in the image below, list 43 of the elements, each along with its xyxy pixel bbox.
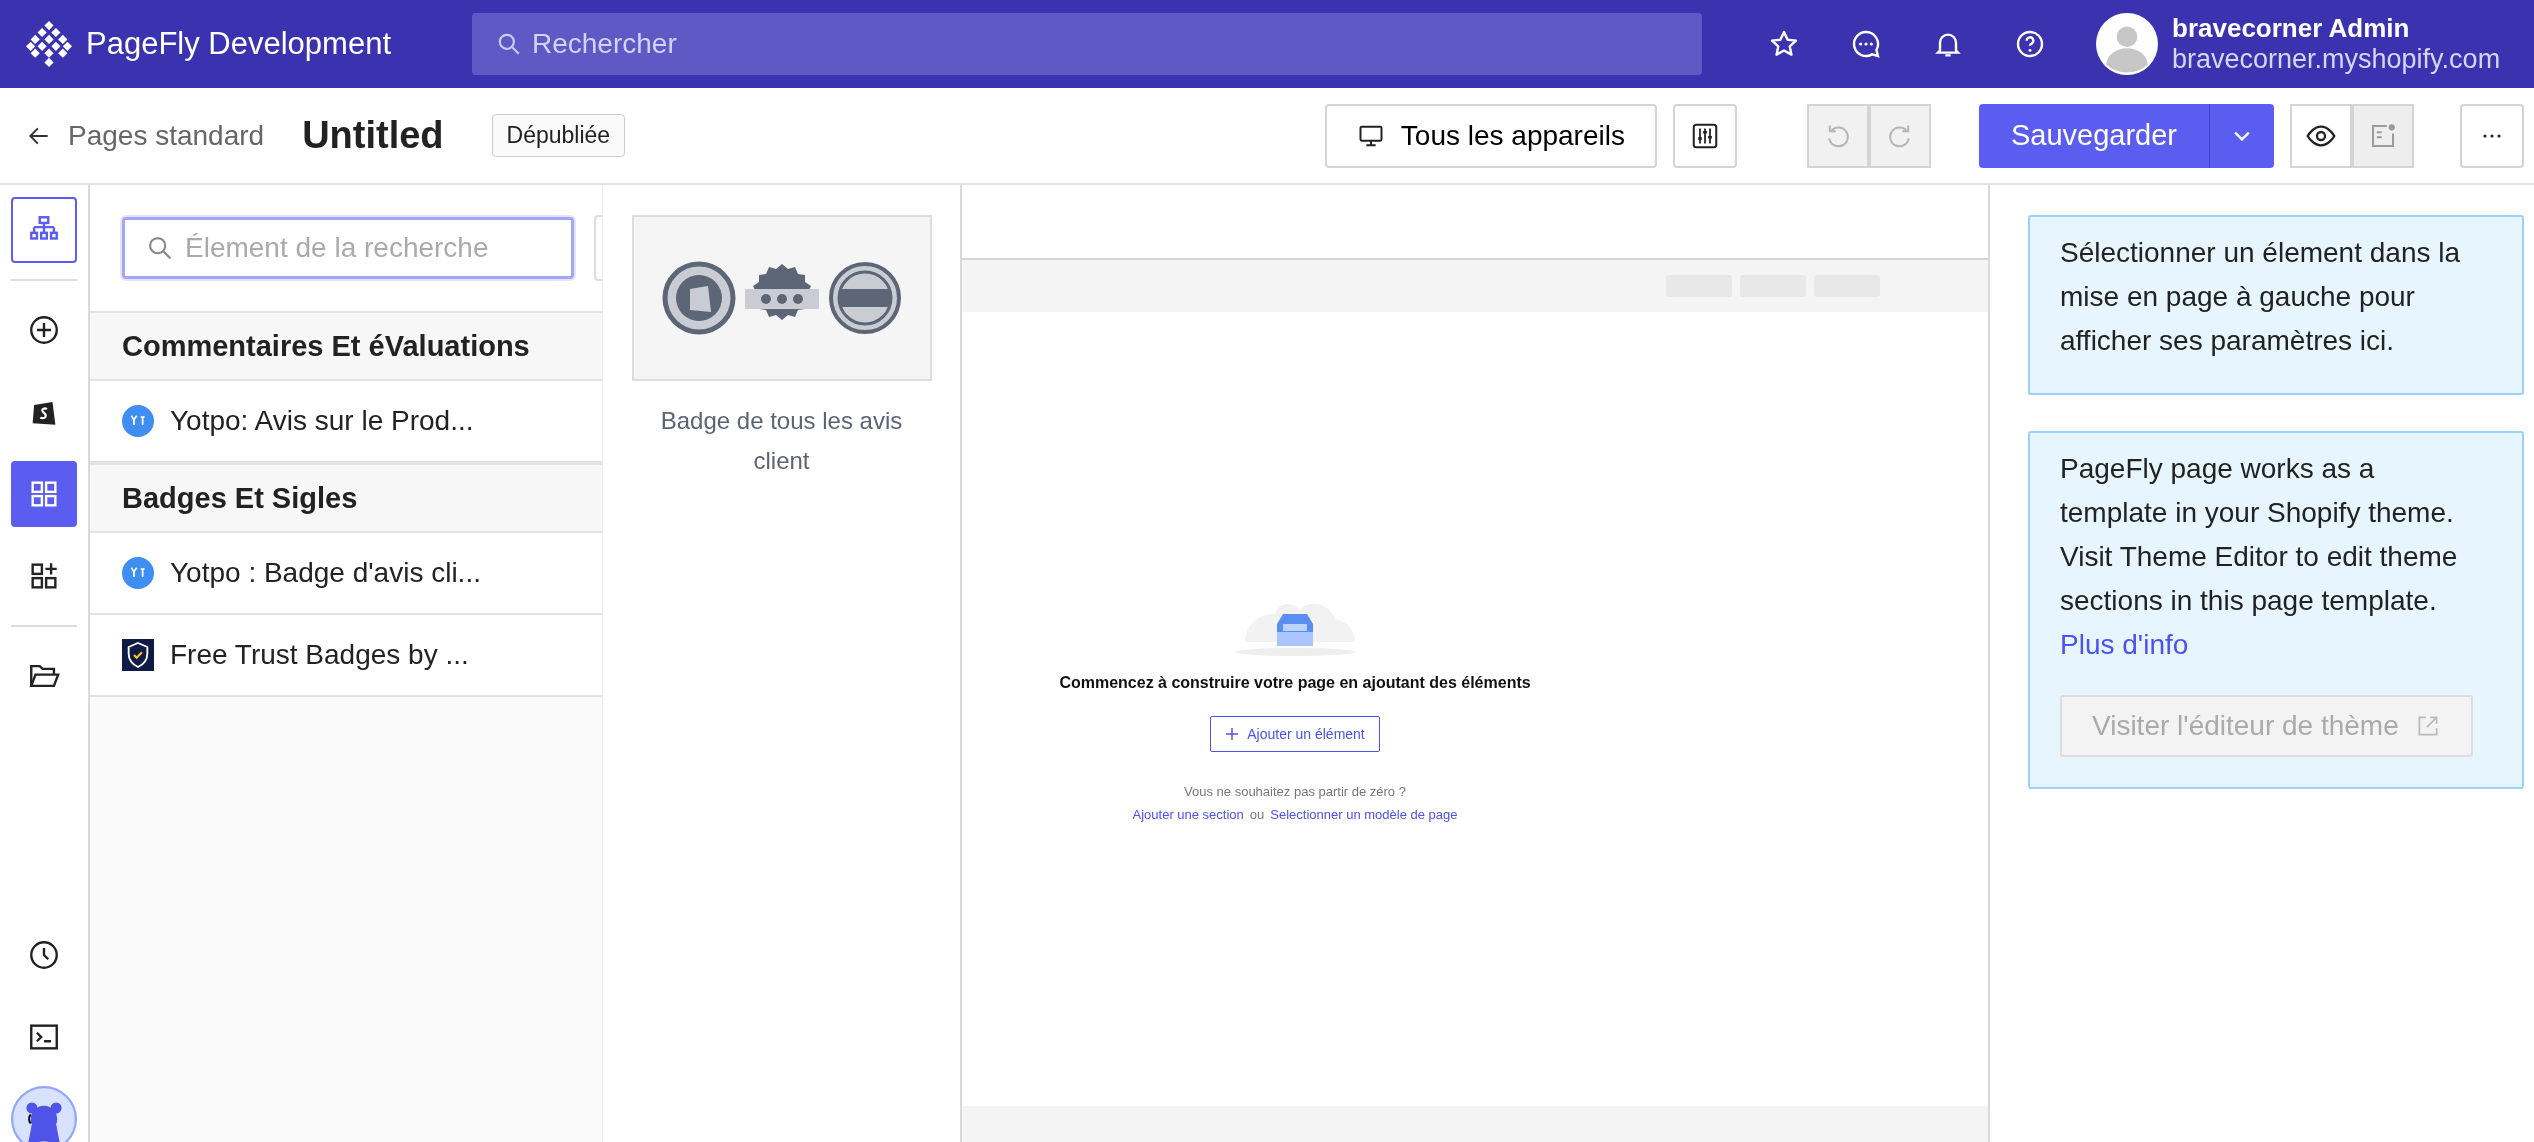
page-title: Untitled bbox=[302, 114, 444, 157]
clock-icon bbox=[27, 938, 61, 972]
help-icon[interactable] bbox=[2014, 28, 2046, 60]
or-text: ou bbox=[1249, 807, 1265, 822]
status-badge: Dépubliée bbox=[491, 114, 626, 157]
caret-icon bbox=[2234, 130, 2250, 141]
logo-icon bbox=[26, 21, 72, 67]
notice-text: Sélectionner un élement dans la mise en page à gauche pour afficher ses paramètres ici. bbox=[2060, 236, 2462, 358]
search-icon bbox=[496, 31, 522, 57]
avatar-icon[interactable] bbox=[2096, 13, 2158, 75]
grid-tab[interactable] bbox=[11, 461, 77, 527]
shield-icon bbox=[122, 639, 154, 671]
back-link[interactable]: Pages standard bbox=[26, 119, 265, 152]
category-heading: Badges Et Sigles bbox=[90, 463, 602, 533]
search-field[interactable]: Rechercher bbox=[472, 13, 1702, 75]
hint-text: Vous ne souhaitez pas partir de zéro ? bbox=[1184, 784, 1406, 799]
info-text: PageFly page works as a template in your Shopify theme. Visit Theme Editor to edit theme sections in this page template. bbox=[2060, 452, 2459, 618]
support-mascot-icon[interactable] bbox=[11, 1086, 77, 1142]
add-icon bbox=[27, 313, 61, 347]
save-button[interactable]: Sauvegarder bbox=[1978, 103, 2210, 168]
add-section-link[interactable]: Ajouter une section bbox=[1132, 807, 1244, 822]
empty-heading: Commencez à construire votre page en ajoutant des éléments bbox=[1059, 674, 1531, 692]
search-icon bbox=[146, 234, 174, 262]
category-heading: Commentaires Et éValuations bbox=[90, 311, 602, 381]
add-element-button[interactable]: Ajouter un élément bbox=[1210, 716, 1380, 752]
store-url: bravecorner.myshopify.com bbox=[2172, 44, 2501, 75]
save-options-button[interactable] bbox=[2210, 103, 2274, 168]
template-link[interactable]: Selectionner un modèle de page bbox=[1270, 807, 1458, 822]
chat-icon[interactable] bbox=[1850, 28, 1882, 60]
layers-tab[interactable] bbox=[11, 197, 77, 263]
brand-name: PageFly Development bbox=[86, 26, 391, 62]
plus-icon bbox=[1225, 727, 1240, 741]
settings-button[interactable] bbox=[1672, 103, 1737, 168]
badge-preview-card[interactable] bbox=[631, 215, 932, 381]
device-button[interactable]: Tous les appareils bbox=[1324, 103, 1657, 168]
preview-label: Badge de tous les avis client bbox=[659, 406, 904, 476]
app-logo-icon bbox=[122, 557, 154, 589]
app-logo-icon bbox=[122, 405, 154, 437]
more-icon bbox=[2482, 133, 2502, 138]
more-info-link[interactable]: Plus d'info bbox=[2060, 623, 2472, 667]
preview-button[interactable] bbox=[2290, 103, 2352, 168]
element-search-field[interactable]: Élement de la recherche bbox=[122, 217, 574, 279]
user-name: bravecorner Admin bbox=[2172, 13, 2411, 44]
